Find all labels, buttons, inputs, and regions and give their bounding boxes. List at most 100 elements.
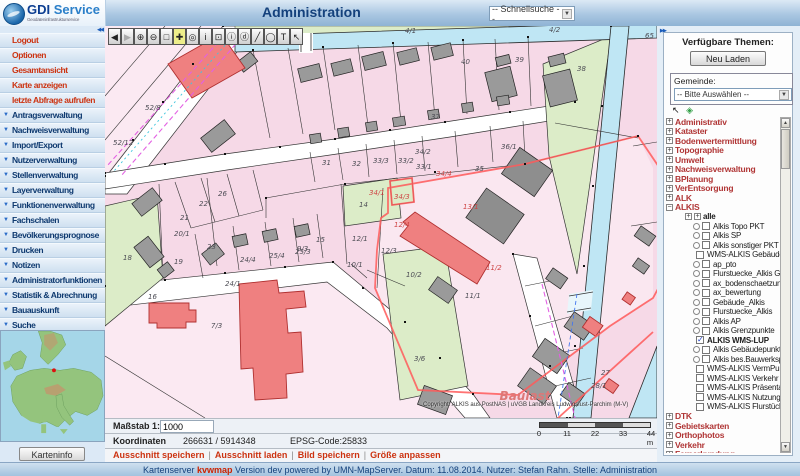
layer-checkbox[interactable]	[696, 393, 704, 401]
expand-icon[interactable]: +	[666, 137, 673, 144]
tree-item-verkehr[interactable]: +Verkehr	[666, 440, 780, 450]
tree-item-topographie[interactable]: +Topographie	[666, 146, 780, 156]
sidebar-link-optionen[interactable]: Optionen	[0, 48, 105, 63]
sidebar-section-administratorfunktionen[interactable]: ▼Administratorfunktionen	[0, 273, 105, 288]
layer-checkbox[interactable]	[696, 365, 704, 373]
sidebar-section-stellenverwaltung[interactable]: ▼Stellenverwaltung	[0, 168, 105, 183]
layer-checkbox[interactable]	[702, 241, 710, 249]
layer-radio[interactable]	[693, 356, 700, 363]
gemeinde-select[interactable]: -- Bitte Auswählen -- ▼	[674, 88, 792, 101]
sidebar-section-nutzerverwaltung[interactable]: ▼Nutzerverwaltung	[0, 153, 105, 168]
sidebar-section-antragsverwaltung[interactable]: ▼Antragsverwaltung	[0, 108, 105, 123]
layer-checkbox[interactable]	[702, 289, 710, 297]
layer-radio[interactable]	[693, 280, 700, 287]
tree-item-bodenwertermittlung[interactable]: +Bodenwertermittlung	[666, 136, 780, 146]
expand-icon[interactable]: +	[666, 118, 673, 125]
tool-object-info[interactable]: ⓘ	[225, 28, 238, 45]
layer-radio[interactable]	[693, 232, 700, 239]
expand-all-icon[interactable]: +	[685, 213, 692, 220]
layer-checkbox[interactable]	[702, 308, 710, 316]
sidebar-section-import-export[interactable]: ▼Import/Export	[0, 138, 105, 153]
layer-checkbox[interactable]	[702, 270, 710, 278]
layer-checkbox[interactable]	[702, 279, 710, 287]
expand-icon[interactable]: +	[666, 441, 673, 448]
sidebar-section-bev-lkerungsprognose[interactable]: ▼Bevölkerungsprognose	[0, 228, 105, 243]
tree-item-alkis[interactable]: −ALKIS	[666, 203, 780, 213]
layer-checkbox[interactable]	[696, 251, 704, 259]
layers-icon[interactable]: ◈	[686, 105, 693, 115]
map-viewport[interactable]: 52/852/124/14/2653740393836/1313233/333/…	[105, 26, 657, 418]
tree-item-flurstuecke-alkis-gle[interactable]: Flurstuecke_Alkis GLE	[666, 269, 780, 279]
expand-icon[interactable]: +	[666, 451, 673, 453]
theme-tree-scrollbar[interactable]: ▲ ▼	[780, 117, 791, 453]
link-ausschnitt-laden[interactable]: Ausschnitt laden	[215, 450, 288, 460]
tool-history-back[interactable]: ◀	[108, 28, 121, 45]
quick-search-select[interactable]: -- Schnellsuche -- ▼	[489, 6, 575, 21]
tool-full-extent[interactable]: ⊡	[212, 28, 225, 45]
sidebar-section-funktionenverwaltung[interactable]: ▼Funktionenverwaltung	[0, 198, 105, 213]
tree-item-administrativ[interactable]: +Administrativ	[666, 117, 780, 127]
layer-checkbox[interactable]	[702, 232, 710, 240]
overview-map[interactable]	[0, 330, 105, 442]
link-ausschnitt-speichern[interactable]: Ausschnitt speichern	[113, 450, 205, 460]
layer-radio[interactable]	[693, 299, 700, 306]
sidebar-link-logout[interactable]: Logout	[0, 33, 105, 48]
tool-zoom-box[interactable]: □	[160, 28, 173, 45]
layer-checkbox[interactable]	[702, 355, 710, 363]
layer-radio[interactable]	[693, 261, 700, 268]
tree-item-alle[interactable]: ++alle	[666, 212, 780, 222]
scrollbar-thumb[interactable]	[781, 129, 790, 169]
expand-icon[interactable]: +	[666, 194, 673, 201]
tree-item-geb-ude-alkis[interactable]: Gebäude_Alkis	[666, 298, 780, 308]
expand-icon[interactable]: +	[666, 147, 673, 154]
sidebar-section-fachschalen[interactable]: ▼Fachschalen	[0, 213, 105, 228]
layer-radio[interactable]	[693, 270, 700, 277]
tree-item-wms-alkis-flurst-cke[interactable]: WMS-ALKIS Flurstücke	[666, 402, 780, 412]
tree-item-alkis-grenzpunkte[interactable]: Alkis Grenzpunkte	[666, 326, 780, 336]
tree-item-alkis-wms-lup[interactable]: ALKIS WMS-LUP	[666, 336, 780, 346]
tree-item-alkis-topo-pkt[interactable]: Alkis Topo PKT	[666, 222, 780, 232]
tool-recenter[interactable]: ◎	[186, 28, 199, 45]
tree-item-alkis-ap[interactable]: Alkis AP	[666, 317, 780, 327]
sidebar-section-bauauskunft[interactable]: ▼Bauauskunft	[0, 303, 105, 318]
select-tool-icon[interactable]: ↖	[672, 105, 680, 115]
scroll-up-icon[interactable]: ▲	[781, 118, 790, 128]
expand-icon[interactable]: +	[666, 156, 673, 163]
tool-select[interactable]: ↖	[290, 28, 303, 45]
expand-icon[interactable]: +	[666, 432, 673, 439]
tool-pan[interactable]: ✚	[173, 28, 186, 45]
footer-brand[interactable]: kvwmap	[197, 465, 233, 475]
tree-item-bplanung[interactable]: +BPlanung	[666, 174, 780, 184]
layer-checkbox[interactable]	[702, 222, 710, 230]
layer-radio[interactable]	[693, 318, 700, 325]
tree-item-ax-bodenschaetzung[interactable]: ax_bodenschaetzung	[666, 279, 780, 289]
layer-radio[interactable]	[693, 327, 700, 334]
layer-checkbox[interactable]	[696, 403, 704, 411]
scroll-down-icon[interactable]: ▼	[781, 442, 790, 452]
layer-checkbox[interactable]	[696, 336, 704, 344]
expand-icon[interactable]: +	[666, 175, 673, 182]
expand-icon[interactable]: +	[666, 413, 673, 420]
tree-item-gebietskarten[interactable]: +Gebietskarten	[666, 421, 780, 431]
tree-item-umwelt[interactable]: +Umwelt	[666, 155, 780, 165]
tree-item-flurstuecke-alkis[interactable]: Flurstuecke_Alkis	[666, 307, 780, 317]
tree-item-wms-alkis-verkehr[interactable]: WMS-ALKIS Verkehr	[666, 374, 780, 384]
tree-item-alkis-geb-udepunkte[interactable]: Alkis Gebäudepunkte	[666, 345, 780, 355]
tree-item-nachweisverwaltung[interactable]: +Nachweisverwaltung	[666, 165, 780, 175]
expand-icon[interactable]: +	[666, 422, 673, 429]
tree-item-wms-alkis-nutzungen[interactable]: WMS-ALKIS Nutzungen	[666, 393, 780, 403]
tree-item-orthophotos[interactable]: +Orthophotos	[666, 431, 780, 441]
expand-icon[interactable]: +	[666, 128, 673, 135]
layer-checkbox[interactable]	[696, 374, 704, 382]
expand-icon[interactable]: −	[666, 204, 673, 211]
layer-checkbox[interactable]	[702, 298, 710, 306]
layer-checkbox[interactable]	[702, 260, 710, 268]
layer-checkbox[interactable]	[702, 327, 710, 335]
layer-radio[interactable]	[693, 223, 700, 230]
layer-radio[interactable]	[693, 308, 700, 315]
layer-checkbox[interactable]	[696, 384, 704, 392]
scale-input[interactable]	[160, 420, 214, 433]
reload-themes-button[interactable]: Neu Laden	[690, 51, 766, 66]
sidebar-section-statistik-abrechnung[interactable]: ▼Statistik & Abrechnung	[0, 288, 105, 303]
tool-zoom-out[interactable]: ⊖	[147, 28, 160, 45]
